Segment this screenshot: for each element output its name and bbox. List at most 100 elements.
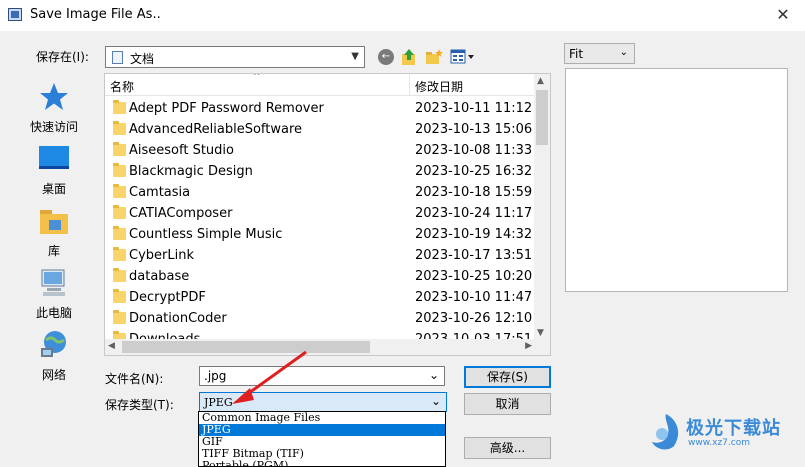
file-row[interactable]: AdvancedReliableSoftware 2023-10-13 15:06: [105, 119, 535, 140]
place-label: 桌面: [41, 182, 66, 196]
place-label: 库: [47, 244, 60, 258]
file-row[interactable]: Blackmagic Design 2023-10-25 16:32: [105, 161, 535, 182]
file-row[interactable]: Aiseesoft Studio 2023-10-08 11:33: [105, 140, 535, 161]
file-row[interactable]: CyberLink 2023-10-17 13:51: [105, 245, 535, 266]
file-name: AdvancedReliableSoftware: [129, 122, 303, 137]
watermark-text: 极光下载站: [686, 418, 781, 439]
star-icon: [37, 80, 71, 114]
place-label: 网络: [41, 368, 66, 382]
filetype-dropdown-list[interactable]: Common Image Files JPEG GIF TIFF Bitmap (TI…: [198, 411, 446, 467]
sort-ascending-icon: ^: [253, 73, 261, 82]
file-name: CyberLink: [129, 248, 194, 263]
filename-label: 文件名(N):: [105, 372, 164, 386]
documents-folder-icon: [112, 51, 123, 64]
network-icon: [37, 328, 71, 362]
file-row[interactable]: CATIAComposer 2023-10-24 11:17: [105, 203, 535, 224]
file-date: 2023-10-24 11:17: [415, 206, 533, 221]
file-date: 2023-10-25 16:32: [415, 164, 533, 179]
new-folder-icon[interactable]: [425, 48, 443, 66]
library-icon: [37, 204, 71, 238]
file-date: 2023-10-19 14:32: [415, 227, 533, 242]
file-name: database: [129, 269, 190, 284]
advanced-button[interactable]: 高级...: [464, 437, 551, 459]
close-button[interactable]: ✕: [771, 4, 795, 26]
file-list-header: ^ 名称 修改日期: [105, 74, 535, 96]
save-in-value: 文档: [130, 52, 155, 66]
file-name: CATIAComposer: [129, 206, 233, 221]
filename-value: .jpg: [204, 369, 227, 383]
column-separator[interactable]: [409, 74, 410, 96]
watermark-url: www.xz7.com: [688, 438, 750, 448]
file-date: 2023-10-26 12:10: [415, 311, 533, 326]
folder-icon: [113, 289, 126, 303]
scroll-right-icon[interactable]: ▶: [525, 341, 532, 351]
chevron-down-icon: ⌄: [428, 368, 439, 382]
file-date: 2023-10-13 15:06: [415, 122, 533, 137]
file-date: 2023-10-11 11:12: [415, 101, 533, 116]
file-date: 2023-10-25 10:20: [415, 269, 533, 284]
filetype-label: 保存类型(T):: [105, 398, 174, 412]
file-name: Aiseesoft Studio: [129, 143, 234, 158]
place-network[interactable]: 网络: [8, 328, 100, 383]
chevron-down-icon: ⌄: [619, 47, 628, 58]
place-this-pc[interactable]: 此电脑: [8, 266, 100, 321]
vertical-scrollbar[interactable]: ▲ ▼: [534, 74, 550, 340]
file-date: 2023-10-18 15:59: [415, 185, 533, 200]
file-name: Countless Simple Music: [129, 227, 283, 242]
save-in-label: 保存在(I):: [36, 50, 89, 64]
file-list[interactable]: ^ 名称 修改日期 Adept PDF Password Remover 2023…: [104, 73, 551, 356]
file-row[interactable]: Camtasia 2023-10-18 15:59: [105, 182, 535, 203]
zoom-value: Fit: [569, 47, 584, 61]
places-bar: 快速访问 桌面 库 此电脑 网络: [8, 70, 100, 430]
scroll-thumb[interactable]: [536, 90, 548, 145]
save-in-combo[interactable]: 文档 ▼: [105, 46, 365, 68]
column-header-date[interactable]: 修改日期: [415, 78, 463, 95]
back-icon[interactable]: ←: [378, 49, 394, 65]
folder-icon: [113, 310, 126, 324]
scroll-down-icon[interactable]: ▼: [537, 328, 544, 338]
horizontal-scrollbar[interactable]: ◀ ▶: [105, 339, 550, 355]
file-rows: Adept PDF Password Remover 2023-10-11 11:…: [105, 98, 535, 350]
title-bar: Save Image File As.. ✕: [0, 0, 805, 31]
watermark: 极光下载站 www.xz7.com: [648, 408, 798, 458]
watermark-logo-icon: [652, 414, 679, 450]
place-label: 快速访问: [29, 120, 78, 134]
cancel-button[interactable]: 取消: [464, 393, 551, 415]
chevron-down-icon: ⌄: [430, 394, 441, 408]
file-row[interactable]: Countless Simple Music 2023-10-19 14:32: [105, 224, 535, 245]
file-row[interactable]: DonationCoder 2023-10-26 12:10: [105, 308, 535, 329]
filetype-option[interactable]: Common Image Files: [199, 412, 445, 424]
file-row[interactable]: DecryptPDF 2023-10-10 11:47: [105, 287, 535, 308]
file-date: 2023-10-08 11:33: [415, 143, 533, 158]
file-name: DonationCoder: [129, 311, 227, 326]
file-date: 2023-10-17 13:51: [415, 248, 533, 263]
filetype-option[interactable]: Portable (PGM): [199, 460, 445, 467]
file-name: Camtasia: [129, 185, 191, 200]
file-name: Adept PDF Password Remover: [129, 101, 324, 116]
place-quick-access[interactable]: 快速访问: [8, 80, 100, 135]
annotation-arrow: [232, 350, 307, 404]
folder-icon: [113, 247, 126, 261]
place-library[interactable]: 库: [8, 204, 100, 259]
folder-icon: [113, 121, 126, 135]
filetype-option[interactable]: JPEG: [199, 424, 445, 436]
scroll-left-icon[interactable]: ◀: [108, 341, 115, 351]
computer-icon: [37, 266, 71, 300]
view-menu-icon[interactable]: [450, 48, 476, 66]
place-desktop[interactable]: 桌面: [8, 142, 100, 197]
file-name: Blackmagic Design: [129, 164, 253, 179]
column-header-name[interactable]: 名称: [110, 78, 134, 95]
file-name: DecryptPDF: [129, 290, 206, 305]
zoom-select[interactable]: Fit ⌄: [564, 43, 635, 64]
folder-icon: [113, 163, 126, 177]
place-label: 此电脑: [35, 306, 72, 320]
file-row[interactable]: Adept PDF Password Remover 2023-10-11 11:…: [105, 98, 535, 119]
scroll-up-icon[interactable]: ▲: [537, 76, 544, 86]
chevron-down-icon: ▼: [351, 50, 359, 62]
folder-icon: [113, 184, 126, 198]
app-icon: [8, 8, 22, 21]
folder-icon: [113, 268, 126, 282]
file-row[interactable]: database 2023-10-25 10:20: [105, 266, 535, 287]
up-folder-icon[interactable]: [401, 48, 417, 66]
save-button[interactable]: 保存(S): [464, 366, 551, 388]
